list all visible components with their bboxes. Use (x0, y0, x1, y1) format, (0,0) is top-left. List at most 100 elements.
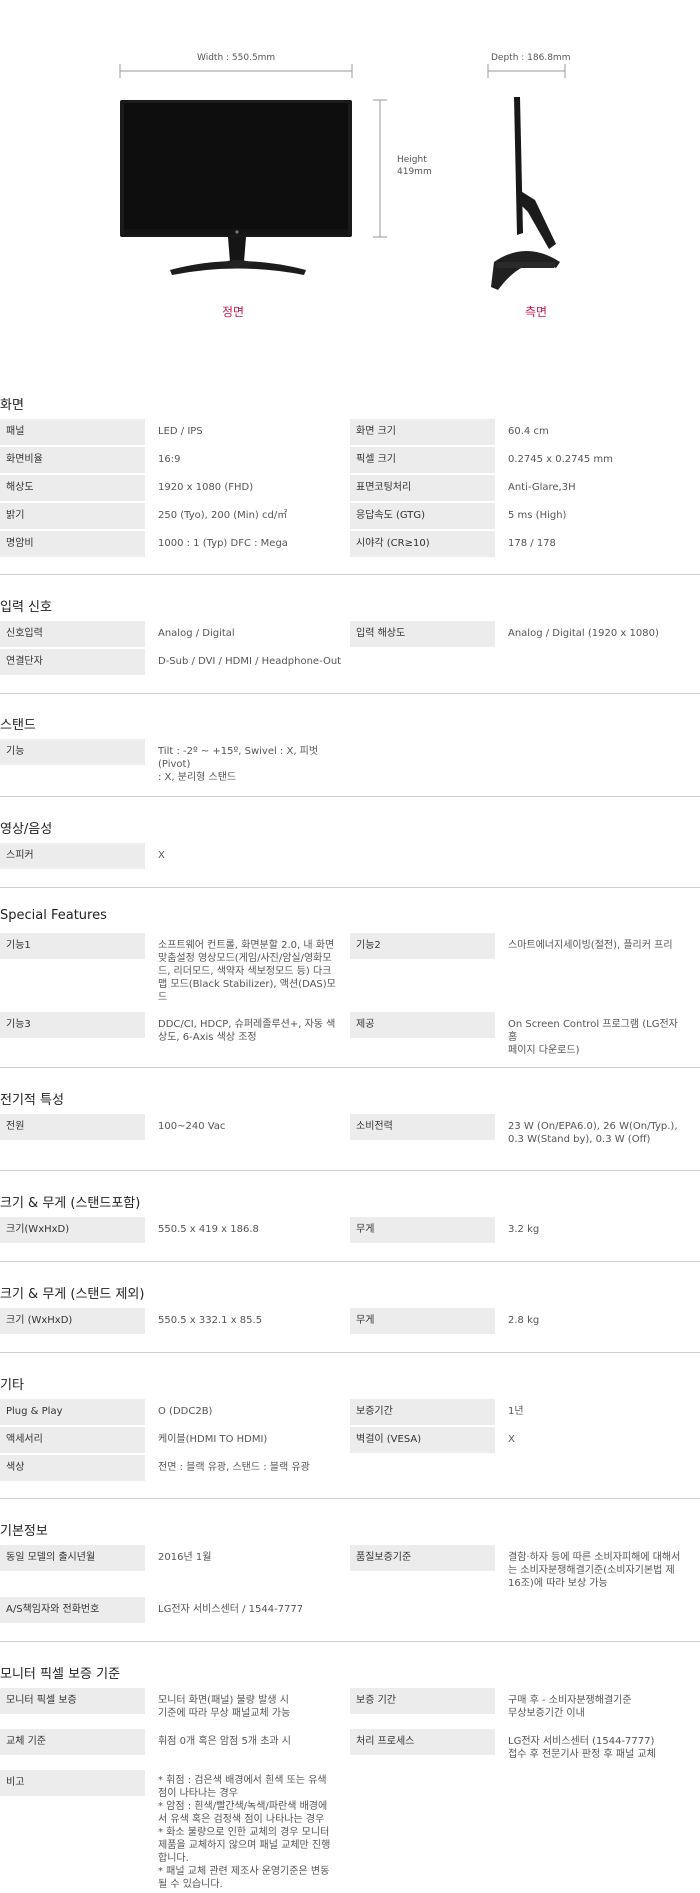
spec-label: 소비전력 (350, 1114, 495, 1140)
spec-label: 픽셀 크기 (350, 447, 495, 473)
spec-label: 크기(WxHxD) (0, 1217, 145, 1243)
spec-value: Analog / Digital (158, 628, 235, 639)
spec-value: 전면 : 블랙 유광, 스탠드 : 블랙 유광 (158, 1462, 310, 1473)
width-dimension-label: Width : 550.5mm (194, 53, 279, 63)
section-divider (0, 1067, 700, 1068)
spec-value: 2016년 1월 (158, 1552, 212, 1563)
spec-label: 모니터 픽셀 보증 (0, 1688, 145, 1714)
section-divider (0, 1170, 700, 1171)
spec-value: 소프트웨어 컨트롤, 화면분할 2.0, 내 화면 맞춤설정 영상모드(게임/사… (158, 940, 336, 1003)
spec-value: DDC/CI, HDCP, 슈퍼레졸루션+, 자동 색 상도, 6-Axis 색… (158, 1019, 336, 1043)
spec-label: 동일 모델의 출시년월 (0, 1545, 145, 1571)
spec-value: 3.2 kg (508, 1224, 540, 1235)
section-divider (0, 693, 700, 694)
spec-label: 보증 기간 (350, 1688, 495, 1714)
spec-value: 2.8 kg (508, 1315, 540, 1326)
spec-value: 1년 (508, 1406, 524, 1417)
spec-label: 색상 (0, 1455, 145, 1481)
spec-value: X (508, 1434, 515, 1445)
spec-value: O (DDC2B) (158, 1406, 213, 1417)
section-title-audio-video: 영상/음성 (0, 822, 53, 837)
spec-label: 기능 (0, 739, 145, 765)
spec-value: Anti-Glare,3H (508, 482, 576, 493)
monitor-side-view (491, 97, 560, 290)
spec-value: 구매 후 - 소비자분쟁해결기준 무상보증기간 이내 (508, 1695, 632, 1719)
section-title-electrical: 전기적 특성 (0, 1093, 64, 1108)
spec-label: 밝기 (0, 503, 145, 529)
spec-label: 해상도 (0, 475, 145, 501)
spec-label: 신호입력 (0, 621, 145, 647)
spec-value: 휘점 0개 혹은 암점 5개 초과 시 (158, 1736, 291, 1747)
spec-value: 스마트에너지세이빙(절전), 플리커 프리 (508, 940, 673, 951)
section-divider (0, 1261, 700, 1262)
monitor-drawing (119, 64, 566, 290)
side-view-caption: 측면 (525, 305, 548, 319)
spec-label: 액세서리 (0, 1427, 145, 1453)
product-dimension-illustration: Width : 550.5mm Height 419mm Depth : 186… (0, 0, 700, 360)
spec-value: LED / IPS (158, 426, 203, 437)
spec-value: 1000 : 1 (Typ) DFC : Mega (158, 538, 288, 549)
spec-label: 표면코팅처리 (350, 475, 495, 501)
spec-value: D-Sub / DVI / HDMI / Headphone-Out (158, 656, 342, 667)
spec-label: 시야각 (CR≥10) (350, 531, 495, 557)
front-view-caption: 정면 (222, 305, 245, 319)
spec-value: LG전자 서비스센터 / 1544-7777 (158, 1604, 304, 1615)
spec-label: 벽걸이 (VESA) (350, 1427, 495, 1453)
spec-value: 550.5 x 419 x 186.8 (158, 1224, 259, 1235)
spec-value: 결함·하자 등에 따른 소비자피해에 대해서 는 소비자분쟁해결기준(소비자기본… (508, 1552, 681, 1589)
spec-label: 교체 기준 (0, 1729, 145, 1755)
spec-label: 명암비 (0, 531, 145, 557)
spec-label: 무게 (350, 1217, 495, 1243)
spec-value: 550.5 x 332.1 x 85.5 (158, 1315, 263, 1326)
spec-value: 23 W (On/EPA6.0), 26 W(On/Typ.), 0.3 W(S… (508, 1121, 678, 1145)
spec-label: 비고 (0, 1770, 145, 1796)
spec-value: 60.4 cm (508, 426, 549, 437)
spec-label: 입력 해상도 (350, 621, 495, 647)
spec-value: * 휘점 : 검은색 배경에서 흰색 또는 유색 점이 나타나는 경우 * 암점… (158, 1775, 331, 1890)
spec-label: 전원 (0, 1114, 145, 1140)
spec-value: 100~240 Vac (158, 1121, 226, 1132)
spec-value: 250 (Tyo), 200 (Min) cd/㎡ (158, 510, 288, 521)
section-divider (0, 796, 700, 797)
spec-value: 케이블(HDMI TO HDMI) (158, 1434, 268, 1445)
spec-label: Plug & Play (0, 1399, 145, 1425)
section-title-input-signal: 입력 신호 (0, 600, 52, 615)
spec-label: 제공 (350, 1012, 495, 1038)
spec-value: 178 / 178 (508, 538, 556, 549)
section-title-size-weight-without-stand: 크기 & 무게 (스탠드 제외) (0, 1287, 145, 1302)
spec-label: 연결단자 (0, 649, 145, 675)
spec-label: 화면비율 (0, 447, 145, 473)
spec-value: 16:9 (158, 454, 181, 465)
spec-value: 5 ms (High) (508, 510, 567, 521)
section-title-etc: 기타 (0, 1378, 24, 1393)
spec-value: X (158, 850, 165, 861)
spec-label: 품질보증기준 (350, 1545, 495, 1571)
spec-label: 보증기간 (350, 1399, 495, 1425)
section-title-pixel-warranty: 모니터 픽셀 보증 기준 (0, 1667, 121, 1682)
section-divider (0, 1498, 700, 1499)
spec-label: 무게 (350, 1308, 495, 1334)
spec-label: 응답속도 (GTG) (350, 503, 495, 529)
section-title-size-weight-with-stand: 크기 & 무게 (스탠드포함) (0, 1196, 141, 1211)
section-divider (0, 887, 700, 888)
spec-label: 기능2 (350, 933, 495, 959)
spec-value: Analog / Digital (1920 x 1080) (508, 628, 659, 639)
spec-value: Tilt : -2º ~ +15º, Swivel : X, 피벗(Pivot)… (158, 746, 319, 783)
spec-value: 모니터 화면(패널) 불량 발생 시 기준에 따라 무상 패널교체 가능 (158, 1695, 291, 1719)
spec-label: 기능1 (0, 933, 145, 959)
spec-value: 0.2745 x 0.2745 mm (508, 454, 613, 465)
depth-dimension-label: Depth : 186.8mm (488, 53, 574, 63)
spec-value: On Screen Control 프로그램 (LG전자 홈 페이지 다운로드) (508, 1019, 678, 1056)
spec-value: LG전자 서비스센터 (1544-7777) 접수 후 전문기사 판정 후 패널… (508, 1736, 656, 1760)
section-divider (0, 1352, 700, 1353)
spec-label: 패널 (0, 419, 145, 445)
section-title-stand: 스탠드 (0, 718, 36, 733)
section-title-special-features: Special Features (0, 908, 107, 923)
spec-value: 1920 x 1080 (FHD) (158, 482, 254, 493)
spec-label: 기능3 (0, 1012, 145, 1038)
section-divider (0, 574, 700, 575)
section-title-display: 화면 (0, 398, 24, 413)
height-dimension-label: Height 419mm (394, 154, 435, 178)
spec-label: 처리 프로세스 (350, 1729, 495, 1755)
spec-label: 스피커 (0, 843, 145, 869)
